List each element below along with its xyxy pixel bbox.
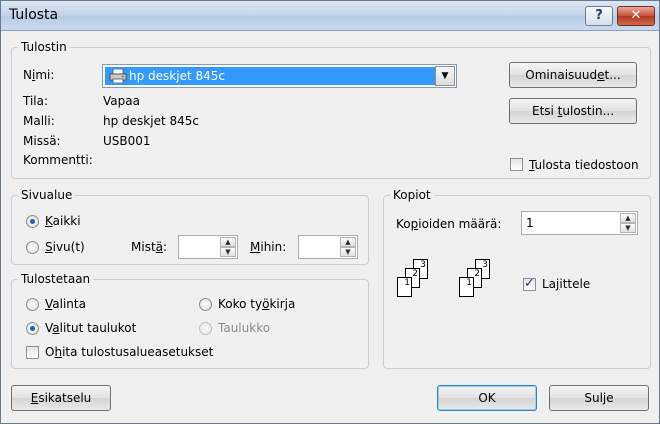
- find-printer-button[interactable]: Etsi tulostin...: [509, 98, 637, 124]
- copies-group-label: Kopiot: [390, 188, 434, 202]
- table-label: Taulukko: [218, 321, 271, 335]
- selected-sheets-radio[interactable]: [26, 322, 39, 335]
- chevron-down-icon[interactable]: ▼: [435, 66, 455, 86]
- copies-count-spinner[interactable]: 1 ▲ ▼: [521, 211, 638, 235]
- spin-down-icon[interactable]: ▼: [220, 247, 236, 257]
- close-icon: ✕: [630, 8, 642, 23]
- model-label: Malli:: [23, 114, 55, 128]
- collate-page-1: 1: [459, 277, 474, 297]
- status-value: Vapaa: [103, 94, 140, 108]
- selection-radio[interactable]: [26, 298, 39, 311]
- title-bar: Tulosta ? ✕: [1, 1, 659, 31]
- close-window-button[interactable]: ✕: [617, 6, 655, 26]
- range-pages-radio[interactable]: [26, 241, 39, 254]
- print-what-group-label: Tulostetaan: [18, 272, 94, 286]
- printer-name-label: Nimi:: [23, 68, 55, 82]
- print-range-group-label: Sivualue: [18, 188, 76, 202]
- window-title: Tulosta: [9, 7, 59, 23]
- collate-label[interactable]: Lajittele: [542, 277, 590, 291]
- ignore-print-areas-label[interactable]: Ohita tulostusalueasetukset: [45, 345, 213, 359]
- collate-illustration-stack: 3 2 1: [459, 259, 499, 303]
- close-button[interactable]: Sulje: [549, 385, 649, 411]
- range-all-label[interactable]: Kaikki: [45, 214, 81, 228]
- status-label: Tila:: [23, 94, 49, 108]
- preview-button[interactable]: Esikatselu: [11, 385, 111, 411]
- help-button[interactable]: ?: [585, 6, 613, 26]
- location-value: USB001: [103, 134, 151, 148]
- range-to-spinner[interactable]: ▲ ▼: [298, 235, 358, 259]
- range-from-spinner[interactable]: ▲ ▼: [178, 235, 238, 259]
- copies-count-value: 1: [526, 216, 534, 230]
- entire-workbook-label[interactable]: Koko työkirja: [218, 297, 295, 311]
- help-icon: ?: [595, 8, 603, 23]
- collate-checkbox[interactable]: [523, 276, 536, 291]
- copies-count-label: Kopioiden määrä:: [396, 217, 502, 231]
- printer-group-label: Tulostin: [18, 40, 70, 54]
- spin-up-icon[interactable]: ▲: [620, 213, 636, 223]
- model-value: hp deskjet 845c: [103, 114, 199, 128]
- print-to-file-label[interactable]: Tulosta tiedostoon: [529, 158, 639, 172]
- selection-label[interactable]: Valinta: [45, 297, 86, 311]
- properties-button[interactable]: Ominaisuudet...: [509, 62, 637, 88]
- comment-label: Kommentti:: [23, 153, 93, 167]
- ignore-print-areas-checkbox[interactable]: [26, 346, 39, 359]
- printer-name-selected: hp deskjet 845c: [105, 67, 435, 85]
- selected-sheets-label[interactable]: Valitut taulukot: [45, 321, 136, 335]
- range-pages-label[interactable]: Sivu(t): [45, 240, 85, 254]
- ok-button[interactable]: OK: [437, 385, 537, 411]
- printer-name-select[interactable]: hp deskjet 845c ▼: [102, 64, 457, 88]
- spin-down-icon[interactable]: ▼: [340, 247, 356, 257]
- printer-icon: [109, 69, 127, 83]
- range-all-radio[interactable]: [26, 215, 39, 228]
- range-to-label: Mihin:: [250, 240, 287, 254]
- spin-up-icon[interactable]: ▲: [340, 237, 356, 247]
- range-from-label: Mistä:: [131, 240, 168, 254]
- spin-up-icon[interactable]: ▲: [220, 237, 236, 247]
- print-dialog: Tulosta ? ✕ Tulostin Nimi: hp deskjet 84…: [0, 0, 660, 424]
- print-to-file-checkbox[interactable]: [510, 158, 523, 171]
- spin-down-icon[interactable]: ▼: [620, 223, 636, 233]
- entire-workbook-radio[interactable]: [199, 298, 212, 311]
- collate-illustration-collated: 3 2 1: [397, 259, 437, 303]
- printer-name-value: hp deskjet 845c: [129, 69, 225, 83]
- collate-page-1: 1: [397, 277, 412, 297]
- table-radio: [199, 322, 212, 335]
- location-label: Missä:: [23, 134, 61, 148]
